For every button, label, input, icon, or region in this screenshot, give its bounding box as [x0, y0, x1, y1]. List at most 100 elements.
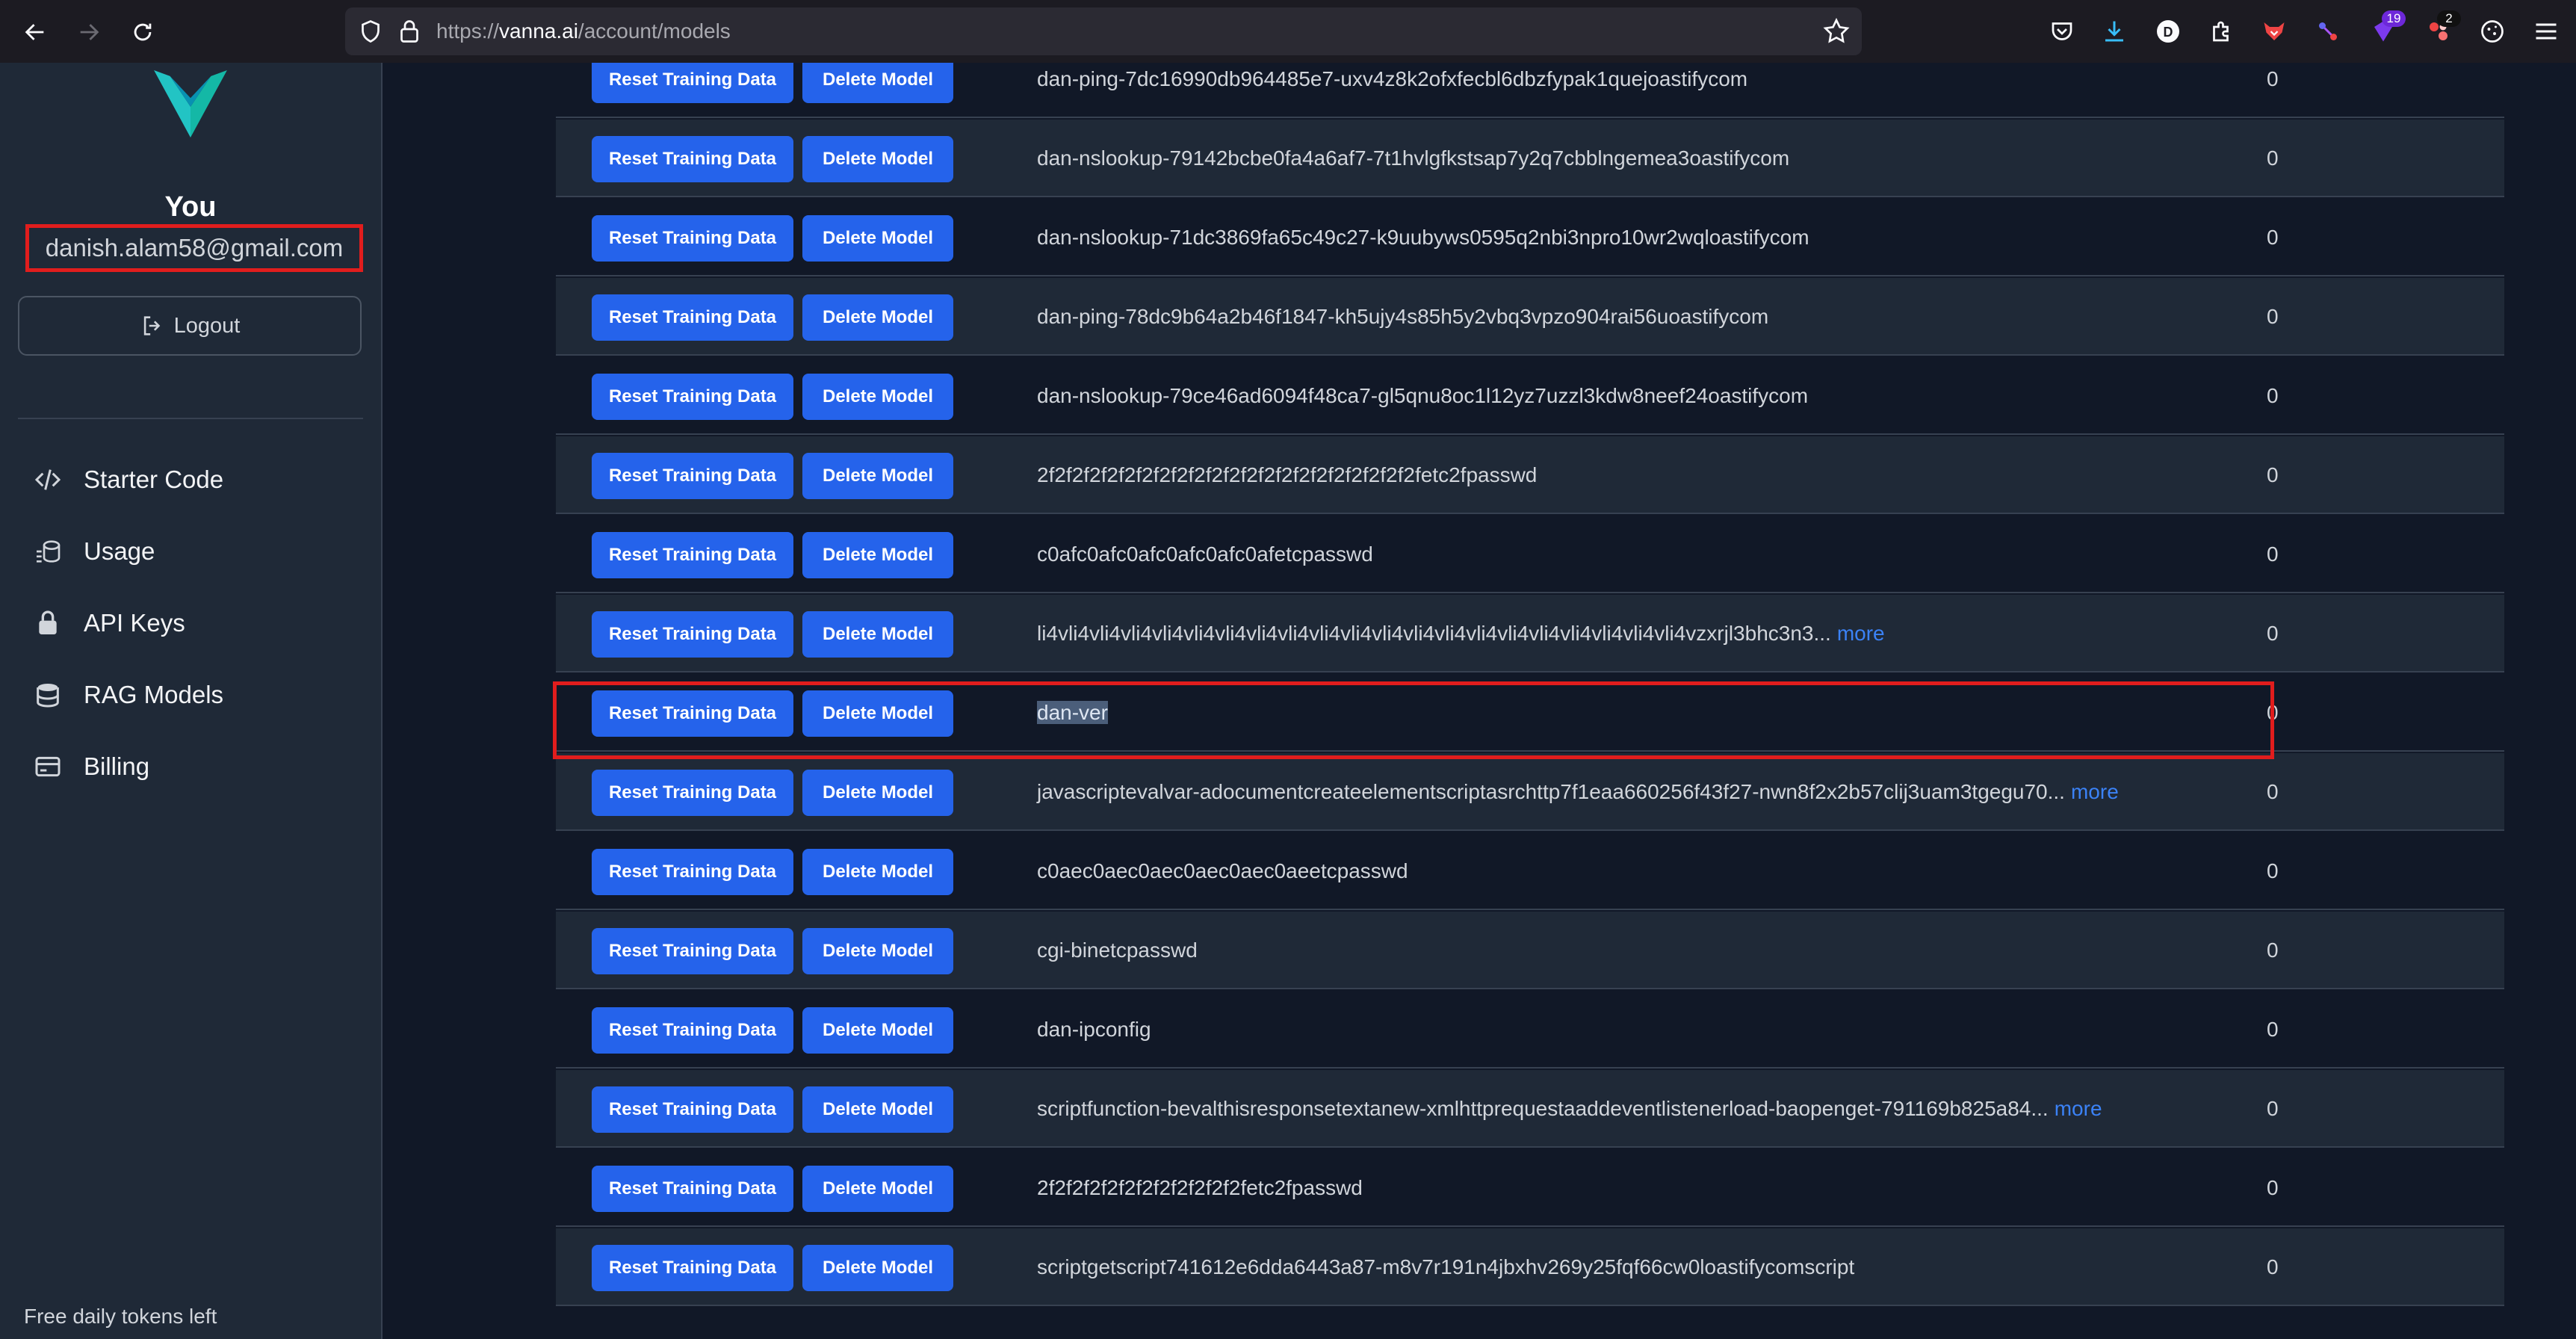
vanna-logo-icon[interactable] — [154, 70, 227, 137]
delete-model-button[interactable]: Delete Model — [802, 215, 953, 262]
delete-model-button[interactable]: Delete Model — [802, 1245, 953, 1291]
downloads-button[interactable] — [2098, 15, 2131, 48]
model-name-text: scriptgetscript741612e6dda6443a87-m8v7r1… — [1037, 1255, 1855, 1278]
model-name-text: dan-ipconfig — [1037, 1018, 1151, 1041]
table-row: Reset Training Data Delete Model scriptget… — [556, 1228, 2504, 1306]
sidebar-item-label: Billing — [84, 752, 150, 780]
model-name-text: dan-ver — [1037, 701, 1108, 724]
reset-training-data-button[interactable]: Reset Training Data — [592, 63, 793, 103]
delete-model-button[interactable]: Delete Model — [802, 63, 953, 103]
fox-extension-button[interactable] — [2258, 15, 2291, 48]
coins-icon — [37, 540, 61, 563]
reset-training-data-button[interactable]: Reset Training Data — [592, 1245, 793, 1291]
reset-training-data-button[interactable]: Reset Training Data — [592, 136, 793, 182]
model-name-text: javascriptevalvar-adocumentcreateelement… — [1037, 780, 2065, 803]
delete-model-button[interactable]: Delete Model — [802, 136, 953, 182]
sidebar-item-label: Usage — [84, 537, 155, 565]
delete-model-button[interactable]: Delete Model — [802, 849, 953, 895]
extensions-button[interactable] — [2205, 15, 2238, 48]
puzzle-icon — [2213, 21, 2229, 42]
model-name: li4vli4vli4vli4vli4vli4vli4vli4vli4vli4v… — [1037, 595, 1885, 672]
model-count: 0 — [2267, 1176, 2279, 1199]
sidebar-item-api-keys[interactable]: API Keys — [33, 602, 185, 644]
reset-training-data-button[interactable]: Reset Training Data — [592, 690, 793, 737]
reset-training-data-button[interactable]: Reset Training Data — [592, 453, 793, 499]
lock-icon[interactable] — [396, 18, 423, 45]
address-bar[interactable]: https://vanna.ai/account/models — [345, 7, 1862, 55]
reload-button[interactable] — [124, 13, 161, 51]
delete-model-button[interactable]: Delete Model — [802, 690, 953, 737]
table-row: Reset Training Data Delete Model 2f2f2f2f2… — [556, 436, 2504, 514]
reset-training-data-button[interactable]: Reset Training Data — [592, 1007, 793, 1054]
profile-button[interactable]: D — [2152, 15, 2185, 48]
table-row: Reset Training Data Delete Model javascrip… — [556, 753, 2504, 831]
models-table: Reset Training Data Delete Model dan-ping-… — [383, 63, 2576, 1339]
pocket-button[interactable] — [2046, 15, 2078, 48]
delete-model-button[interactable]: Delete Model — [802, 1166, 953, 1212]
more-link[interactable]: more — [2071, 780, 2119, 803]
shield-icon[interactable] — [357, 18, 384, 45]
model-count: 0 — [2267, 463, 2279, 486]
table-row: Reset Training Data Delete Model dan-nsloo… — [556, 120, 2504, 197]
hamburger-icon — [2536, 23, 2557, 40]
network-extension-button[interactable] — [2312, 15, 2344, 48]
reset-training-data-button[interactable]: Reset Training Data — [592, 1086, 793, 1133]
delete-model-button[interactable]: Delete Model — [802, 532, 953, 578]
delete-model-button[interactable]: Delete Model — [802, 611, 953, 658]
reset-training-data-button[interactable]: Reset Training Data — [592, 928, 793, 974]
sidebar-item-rag-models[interactable]: RAG Models — [33, 674, 223, 716]
sidebar-item-billing[interactable]: Billing — [33, 746, 149, 788]
delete-model-button[interactable]: Delete Model — [802, 1086, 953, 1133]
reset-training-data-button[interactable]: Reset Training Data — [592, 611, 793, 658]
sidebar-item-starter-code[interactable]: Starter Code — [33, 459, 223, 501]
red-extension-button[interactable]: 2 — [2422, 10, 2461, 48]
lock-icon — [39, 610, 57, 634]
back-button[interactable] — [16, 13, 54, 51]
model-count: 0 — [2267, 67, 2279, 90]
badge-count-1: 19 — [2382, 10, 2406, 27]
model-count: 0 — [2267, 859, 2279, 882]
table-row: Reset Training Data Delete Model scriptfun… — [556, 1070, 2504, 1148]
model-count: 0 — [2267, 542, 2279, 566]
sidebar-item-usage[interactable]: Usage — [33, 531, 155, 572]
more-link[interactable]: more — [2055, 1097, 2102, 1120]
url-scheme: https:// — [436, 19, 500, 43]
reset-training-data-button[interactable]: Reset Training Data — [592, 532, 793, 578]
logout-button[interactable]: Logout — [18, 296, 362, 356]
cookie-extension-button[interactable] — [2476, 15, 2509, 48]
delete-model-button[interactable]: Delete Model — [802, 1007, 953, 1054]
user-heading: You — [164, 191, 217, 223]
bookmark-star-icon[interactable] — [1821, 16, 1851, 46]
sidebar-item-label: Starter Code — [84, 466, 224, 493]
more-link[interactable]: more — [1837, 622, 1885, 645]
reset-training-data-button[interactable]: Reset Training Data — [592, 215, 793, 262]
code-icon — [34, 469, 61, 490]
model-name-text: dan-ping-7dc16990db964485e7-uxv4z8k2ofxf… — [1037, 67, 1748, 90]
reset-training-data-button[interactable]: Reset Training Data — [592, 1166, 793, 1212]
reset-training-data-button[interactable]: Reset Training Data — [592, 770, 793, 816]
purple-extension-button[interactable]: 19 — [2367, 10, 2406, 48]
model-name: cgi-binetcpasswd — [1037, 912, 1198, 989]
delete-model-button[interactable]: Delete Model — [802, 770, 953, 816]
delete-model-button[interactable]: Delete Model — [802, 294, 953, 341]
pocket-icon — [2052, 22, 2072, 40]
delete-model-button[interactable]: Delete Model — [802, 928, 953, 974]
logout-label: Logout — [173, 313, 241, 338]
model-name-text: dan-nslookup-71dc3869fa65c49c27-k9uubyws… — [1037, 226, 1809, 249]
menu-button[interactable] — [2530, 15, 2563, 48]
sidebar-item-label: API Keys — [84, 609, 185, 637]
model-count: 0 — [2267, 1018, 2279, 1041]
logout-icon — [143, 316, 160, 335]
model-count: 0 — [2267, 622, 2279, 645]
reset-training-data-button[interactable]: Reset Training Data — [592, 374, 793, 420]
delete-model-button[interactable]: Delete Model — [802, 374, 953, 420]
network-icon — [2319, 22, 2337, 40]
reset-training-data-button[interactable]: Reset Training Data — [592, 294, 793, 341]
forward-button[interactable] — [70, 13, 108, 51]
user-email: danish.alam58@gmail.com — [25, 224, 363, 272]
delete-model-button[interactable]: Delete Model — [802, 453, 953, 499]
arrow-right-icon — [80, 24, 99, 40]
reset-training-data-button[interactable]: Reset Training Data — [592, 849, 793, 895]
table-row: Reset Training Data Delete Model dan-ping-… — [556, 63, 2504, 118]
sidebar-item-label: RAG Models — [84, 681, 224, 708]
